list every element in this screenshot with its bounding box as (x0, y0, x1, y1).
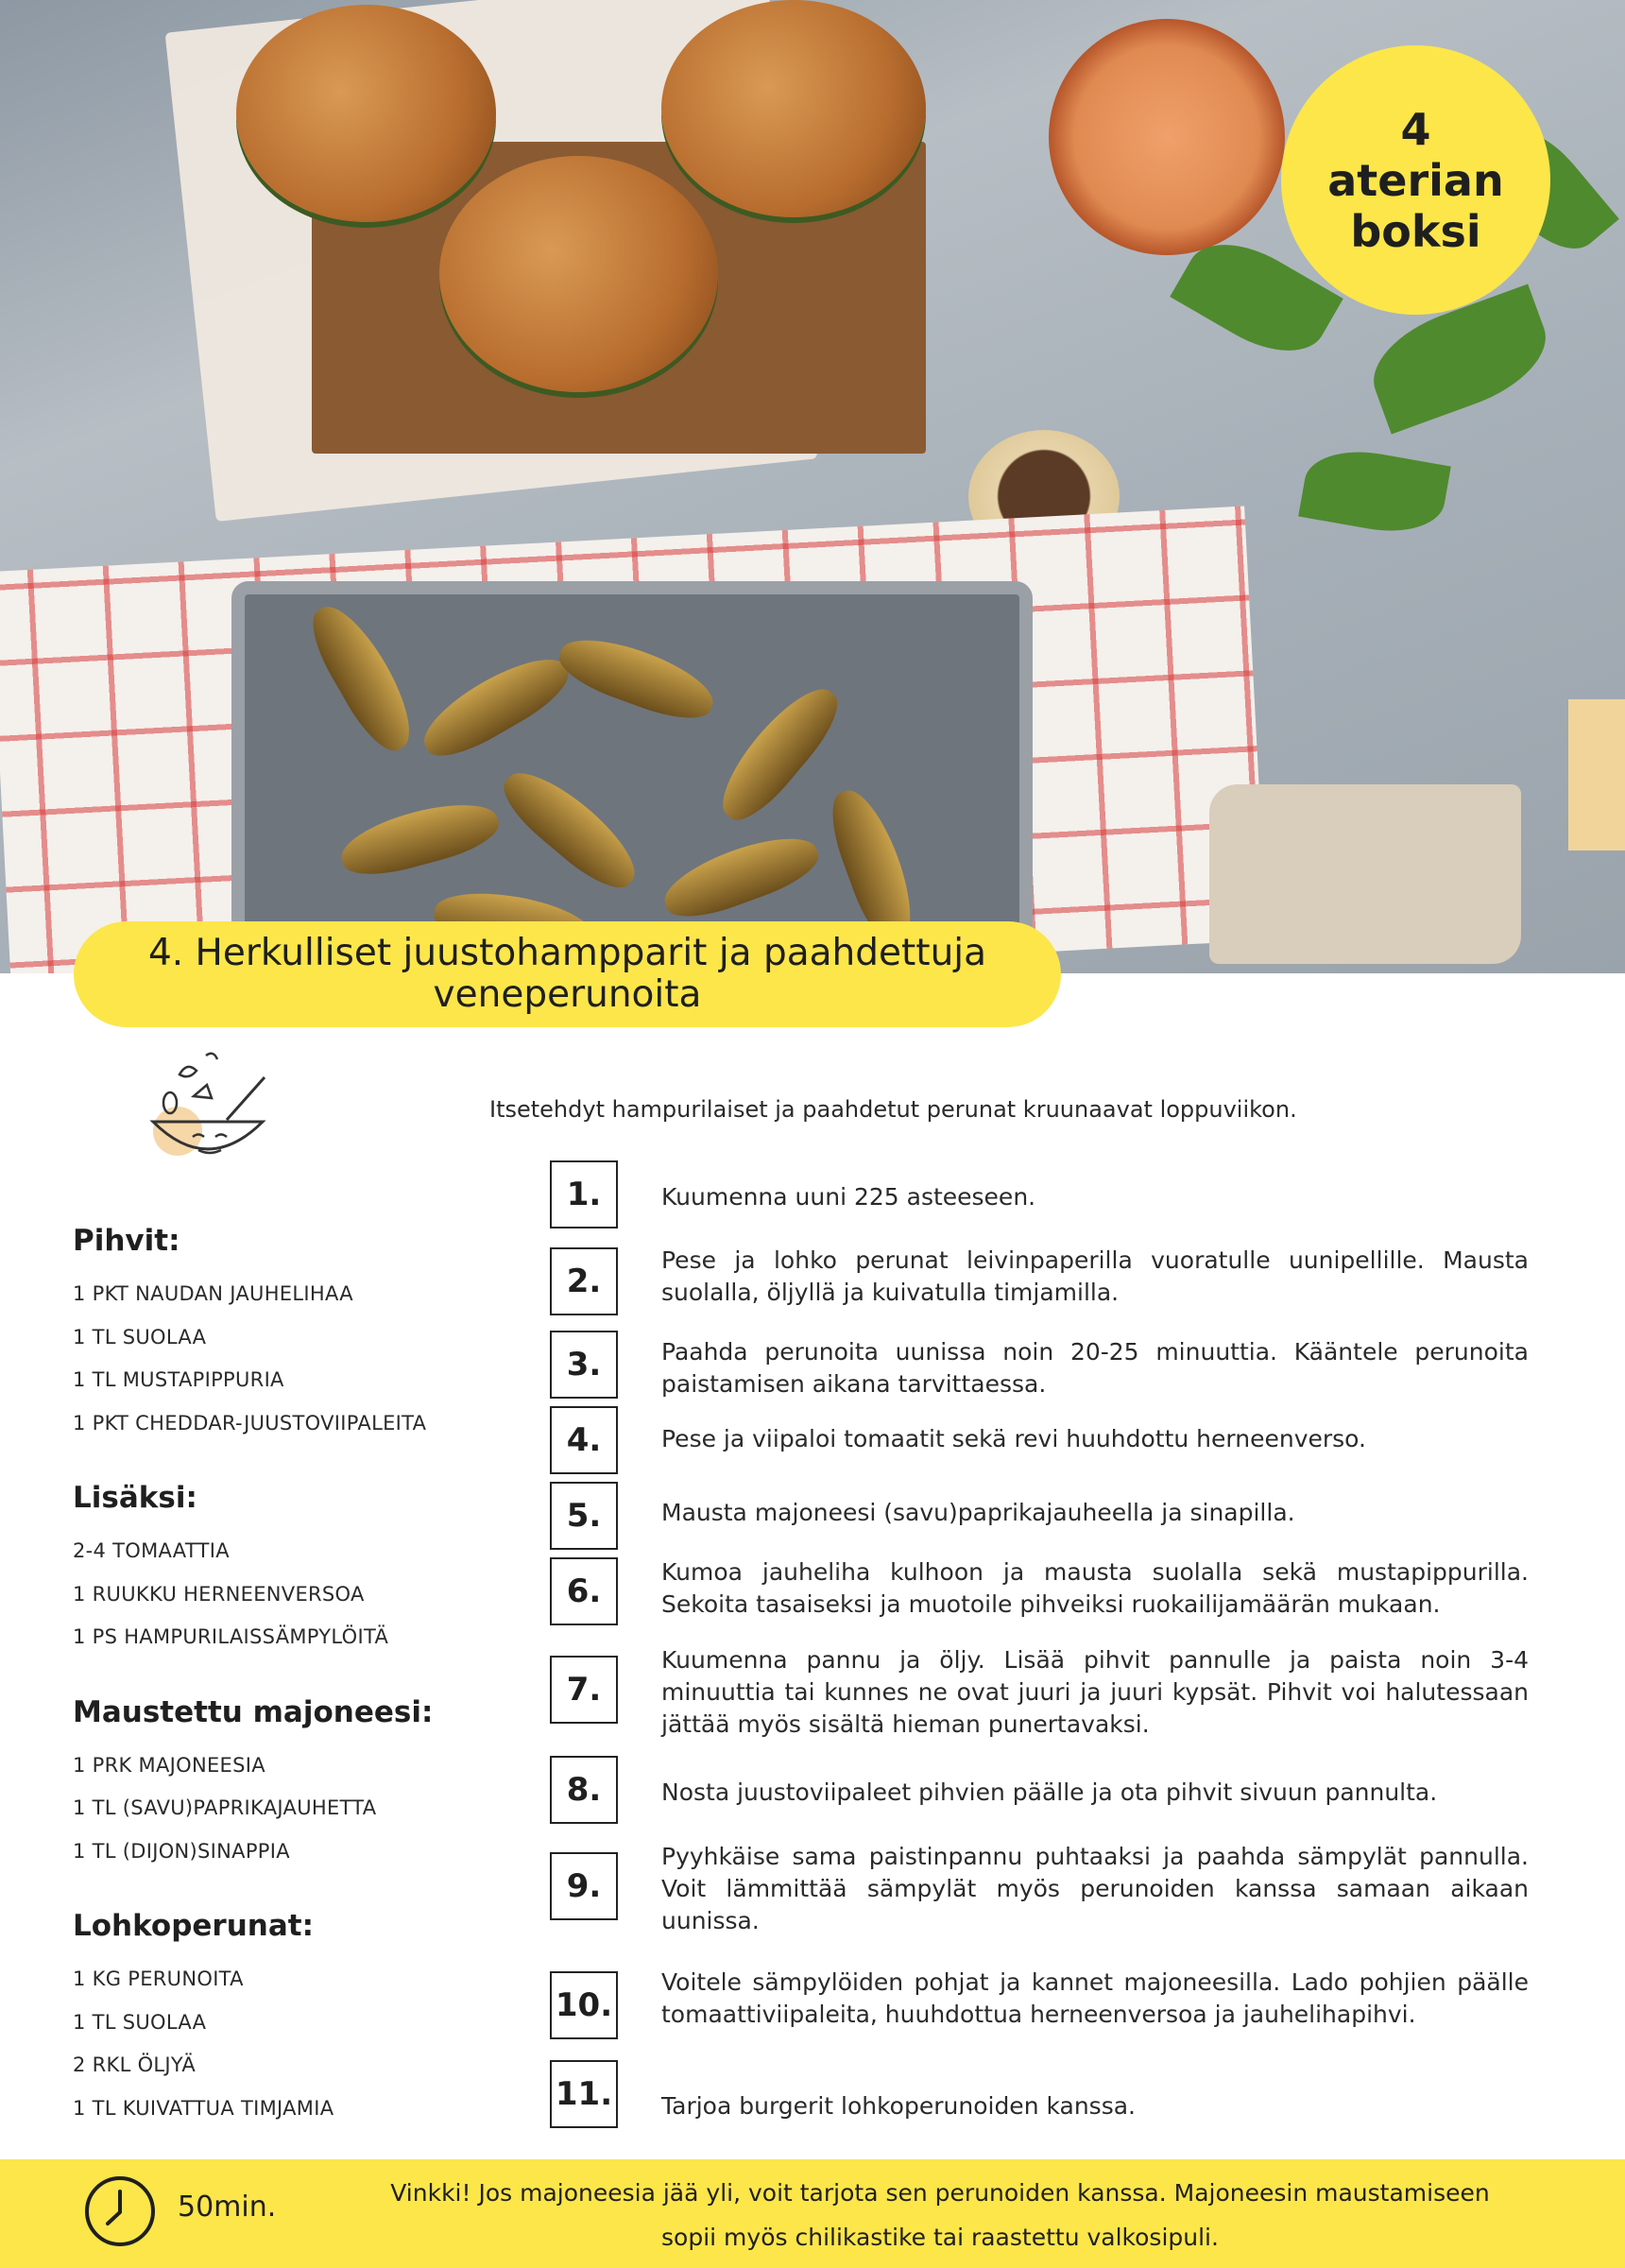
step-number: 1. (550, 1160, 618, 1228)
step-number: 9. (550, 1852, 618, 1920)
title-line: 4. Herkulliset juustohampparit ja paahde… (147, 932, 987, 974)
mayo-bowl-image (1049, 19, 1285, 255)
bread-image (1209, 784, 1521, 964)
step-text: Kumoa jauheliha kulhoon ja mausta suolal… (661, 1558, 1529, 1618)
step-text: Pese ja viipaloi tomaatit sekä revi huuh… (661, 1425, 1366, 1452)
step-number: 4. (550, 1406, 618, 1474)
ingredient-item: 1 RUUKKU HERNEENVERSOA (73, 1582, 365, 1606)
burger-image (236, 5, 496, 222)
step-text: Voitele sämpylöiden pohjat ja kannet maj… (661, 1968, 1529, 2028)
ingredient-heading: Maustettu majoneesi: (73, 1694, 434, 1729)
tip-line: Vinkki! Jos majoneesia jää yli, voit tar… (390, 2179, 1490, 2207)
ingredient-item: 1 TL (DIJON)SINAPPIA (73, 1839, 290, 1863)
step-number: 11. (550, 2060, 618, 2128)
ingredient-list: Pihvit: 1 PKT NAUDAN JAUHELIHAA 1 TL SUO… (73, 1224, 507, 2166)
ingredient-item: 1 TL KUIVATTUA TIMJAMIA (73, 2096, 334, 2120)
step-number: 8. (550, 1756, 618, 1824)
step-number: 3. (550, 1331, 618, 1399)
badge-line: boksi (1350, 205, 1481, 257)
badge-line: 4 (1400, 103, 1431, 155)
step-number: 2. (550, 1247, 618, 1315)
title-line: veneperunoita (433, 973, 702, 1016)
step-text: Mausta majoneesi (savu)paprikajauheella … (661, 1499, 1295, 1526)
ingredient-group: Maustettu majoneesi: 1 PRK MAJONEESIA 1 … (73, 1695, 507, 1874)
ingredient-item: 1 TL (SAVU)PAPRIKAJAUHETTA (73, 1796, 377, 1819)
step-text: Kuumenna uuni 225 asteeseen. (661, 1183, 1036, 1211)
cheese-image (1568, 699, 1625, 850)
ingredient-group: Pihvit: 1 PKT NAUDAN JAUHELIHAA 1 TL SUO… (73, 1224, 507, 1445)
ingredient-item: 1 PKT NAUDAN JAUHELIHAA (73, 1282, 353, 1305)
leaf-image (1298, 441, 1451, 541)
ingredient-item: 1 PS HAMPURILAISSÄMPYLÖITÄ (73, 1625, 389, 1648)
step-text: Pese ja lohko perunat leivinpaperilla vu… (661, 1246, 1529, 1306)
clock-icon (85, 2176, 155, 2246)
ingredient-group: Lisäksi: 2-4 TOMAATTIA 1 RUUKKU HERNEENV… (73, 1481, 507, 1659)
badge-line: aterian (1327, 154, 1504, 206)
step-text: Paahda perunoita uunissa noin 20-25 minu… (661, 1338, 1529, 1398)
step-text: Kuumenna pannu ja öljy. Lisää pihvit pan… (661, 1646, 1529, 1738)
meal-box-badge: 4 aterian boksi (1281, 45, 1550, 315)
potato-tray-image (231, 581, 1033, 973)
ingredient-item: 1 PKT CHEDDAR-JUUSTOVIIPALEITA (73, 1411, 427, 1435)
recipe-intro: Itsetehdyt hampurilaiset ja paahdetut pe… (489, 1096, 1297, 1123)
tip-line: sopii myös chilikastike tai raastettu va… (661, 2224, 1219, 2251)
ingredient-item: 2-4 TOMAATTIA (73, 1539, 230, 1562)
tip-text: Vinkki! Jos majoneesia jää yli, voit tar… (302, 2171, 1578, 2259)
ingredient-item: 1 TL SUOLAA (73, 2010, 207, 2034)
prep-time: 50min. (178, 2191, 277, 2224)
burger-image (661, 0, 926, 217)
step-number: 5. (550, 1482, 618, 1550)
burger-image (439, 156, 718, 392)
step-number: 10. (550, 1971, 618, 2039)
ingredient-item: 1 KG PERUNOITA (73, 1967, 244, 1990)
step-text: Tarjoa burgerit lohkoperunoiden kanssa. (661, 2092, 1137, 2120)
ingredient-heading: Pihvit: (73, 1224, 180, 1258)
ingredient-item: 1 TL MUSTAPIPPURIA (73, 1368, 284, 1391)
ingredient-item: 1 TL SUOLAA (73, 1325, 207, 1349)
ingredient-group: Lohkoperunat: 1 KG PERUNOITA 1 TL SUOLAA… (73, 1909, 507, 2130)
recipe-title: 4. Herkulliset juustohampparit ja paahde… (74, 921, 1061, 1027)
ingredient-heading: Lohkoperunat: (73, 1909, 314, 1943)
step-text: Nosta juustoviipaleet pihvien päälle ja … (661, 1778, 1438, 1806)
step-number: 7. (550, 1656, 618, 1724)
step-text: Pyyhkäise sama paistinpannu puhtaaksi ja… (661, 1843, 1529, 1934)
ingredient-item: 2 RKL ÖLJYÄ (73, 2053, 197, 2076)
ingredient-item: 1 PRK MAJONEESIA (73, 1753, 265, 1777)
step-number: 6. (550, 1557, 618, 1625)
mixing-bowl-icon (149, 1052, 266, 1156)
ingredient-heading: Lisäksi: (73, 1481, 197, 1515)
